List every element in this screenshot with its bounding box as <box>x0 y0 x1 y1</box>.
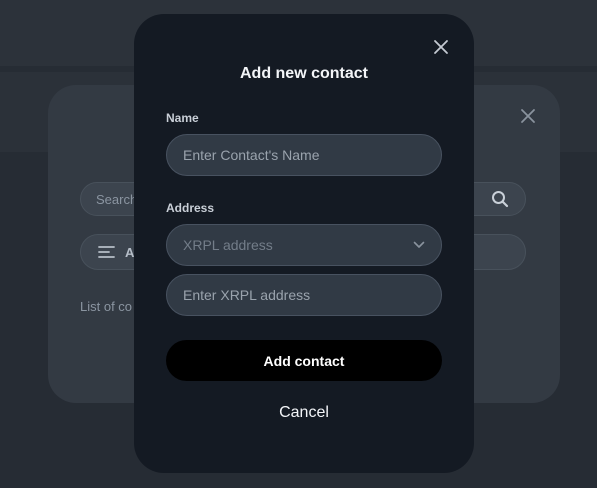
address-label: Address <box>166 201 215 215</box>
chevron-down-icon <box>413 241 425 248</box>
add-contact-modal: Add new contact Name Address XRPL addres… <box>134 14 474 473</box>
modal-title: Add new contact <box>239 65 368 82</box>
add-contact-button[interactable]: Add contact <box>166 340 442 381</box>
cancel-button[interactable]: Cancel <box>134 404 474 422</box>
close-icon[interactable] <box>518 106 538 126</box>
name-label: Name <box>166 111 199 125</box>
address-type-select[interactable]: XRPL address <box>166 224 442 266</box>
background-search-placeholder: Search <box>96 192 138 207</box>
xrpl-address-input[interactable] <box>166 274 442 316</box>
address-type-value: XRPL address <box>183 237 273 253</box>
search-icon[interactable] <box>490 189 510 209</box>
close-icon[interactable] <box>432 38 450 56</box>
background-filter-label: A <box>125 245 135 260</box>
background-list-caption: List of co <box>80 299 133 314</box>
filter-lines-icon <box>98 246 115 258</box>
contact-name-input[interactable] <box>166 134 442 176</box>
